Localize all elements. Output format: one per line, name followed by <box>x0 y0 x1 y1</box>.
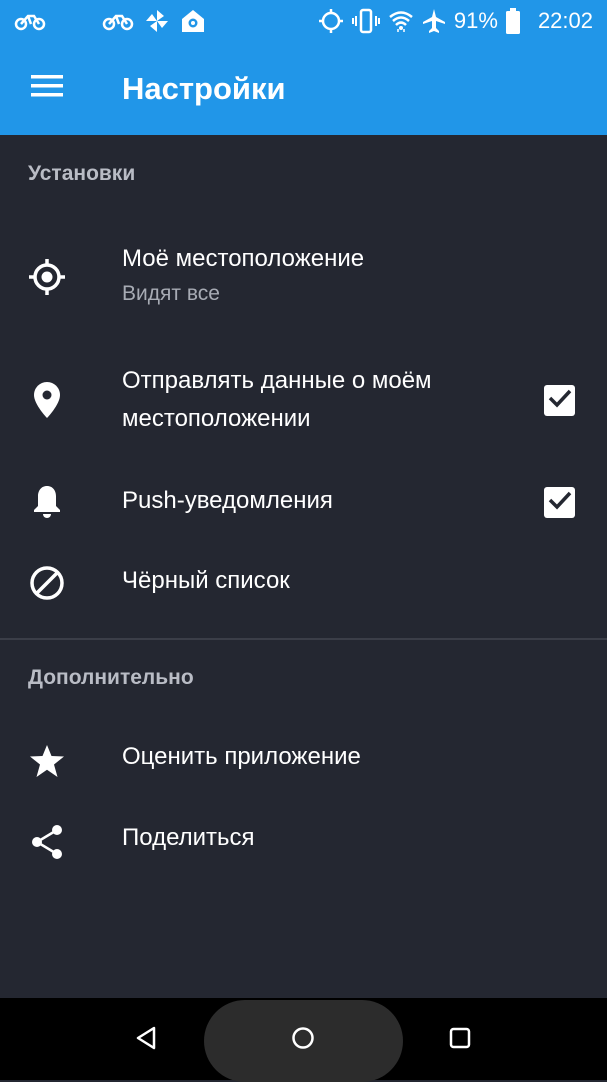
airplane-icon <box>422 8 446 34</box>
setting-push-notifications[interactable]: Push-уведомления <box>0 470 607 532</box>
block-icon <box>28 564 66 602</box>
setting-push-notifications-text: Push-уведомления <box>122 482 333 520</box>
send-location-checkbox[interactable] <box>544 385 575 416</box>
setting-blacklist-text: Чёрный список <box>122 562 290 600</box>
setting-title-line1: Отправлять данные о моём <box>122 367 432 394</box>
setting-title: Моё местоположение <box>122 245 365 272</box>
bike-icon <box>14 11 46 31</box>
bike-icon <box>102 11 134 31</box>
section-divider <box>0 638 607 640</box>
app-bar: Настройки <box>0 42 607 135</box>
setting-my-location-text: Моё местоположение Видят все <box>122 240 364 310</box>
checkmark-icon <box>548 490 572 515</box>
vibrate-icon <box>351 8 380 34</box>
section-header-additional: Дополнительно <box>28 666 194 689</box>
map-pin-icon <box>28 381 66 419</box>
home-icon <box>291 1026 315 1055</box>
setting-blacklist[interactable]: Чёрный список <box>0 552 607 612</box>
nav-recents-button[interactable] <box>440 1020 480 1060</box>
setting-title: Оценить приложение <box>122 743 361 770</box>
menu-button[interactable] <box>0 42 94 135</box>
battery-percent: 91% <box>453 8 498 33</box>
nav-home-button[interactable] <box>283 1020 323 1060</box>
push-notifications-checkbox[interactable] <box>544 487 575 518</box>
setting-title: Push-уведомления <box>122 487 333 514</box>
setting-rate-app[interactable]: Оценить приложение <box>0 730 607 790</box>
home-shield-icon <box>180 8 206 34</box>
setting-send-location-text: Отправлять данные о моём местоположении <box>122 362 432 438</box>
pinwheel-icon <box>144 8 170 34</box>
battery-icon <box>505 8 520 34</box>
status-right-icons: 91% 22:02 <box>318 8 593 34</box>
wifi-icon <box>388 8 414 34</box>
setting-rate-app-text: Оценить приложение <box>122 738 361 776</box>
setting-send-location[interactable]: Отправлять данные о моём местоположении <box>0 360 607 440</box>
location-target-icon <box>318 8 344 34</box>
crosshair-icon <box>28 258 66 296</box>
status-bar: 91% 22:02 <box>0 0 607 42</box>
setting-title-line2: местоположении <box>122 405 311 432</box>
nav-back-button[interactable] <box>126 1020 166 1060</box>
hamburger-menu-icon <box>31 75 63 102</box>
setting-share[interactable]: Поделиться <box>0 811 607 871</box>
section-header-settings: Установки <box>28 162 136 185</box>
share-icon <box>28 823 66 861</box>
recents-icon <box>449 1027 471 1054</box>
back-icon <box>135 1026 157 1055</box>
checkmark-icon <box>548 388 572 413</box>
setting-title: Поделиться <box>122 824 255 851</box>
clock: 22:02 <box>537 8 593 33</box>
star-icon <box>28 742 66 780</box>
setting-my-location[interactable]: Моё местоположение Видят все <box>0 230 607 330</box>
setting-share-text: Поделиться <box>122 819 255 857</box>
page-title: Настройки <box>122 70 286 106</box>
setting-subtitle: Видят все <box>122 282 220 305</box>
status-left-icons <box>14 8 206 34</box>
setting-title: Чёрный список <box>122 567 290 594</box>
bell-icon <box>28 482 66 520</box>
